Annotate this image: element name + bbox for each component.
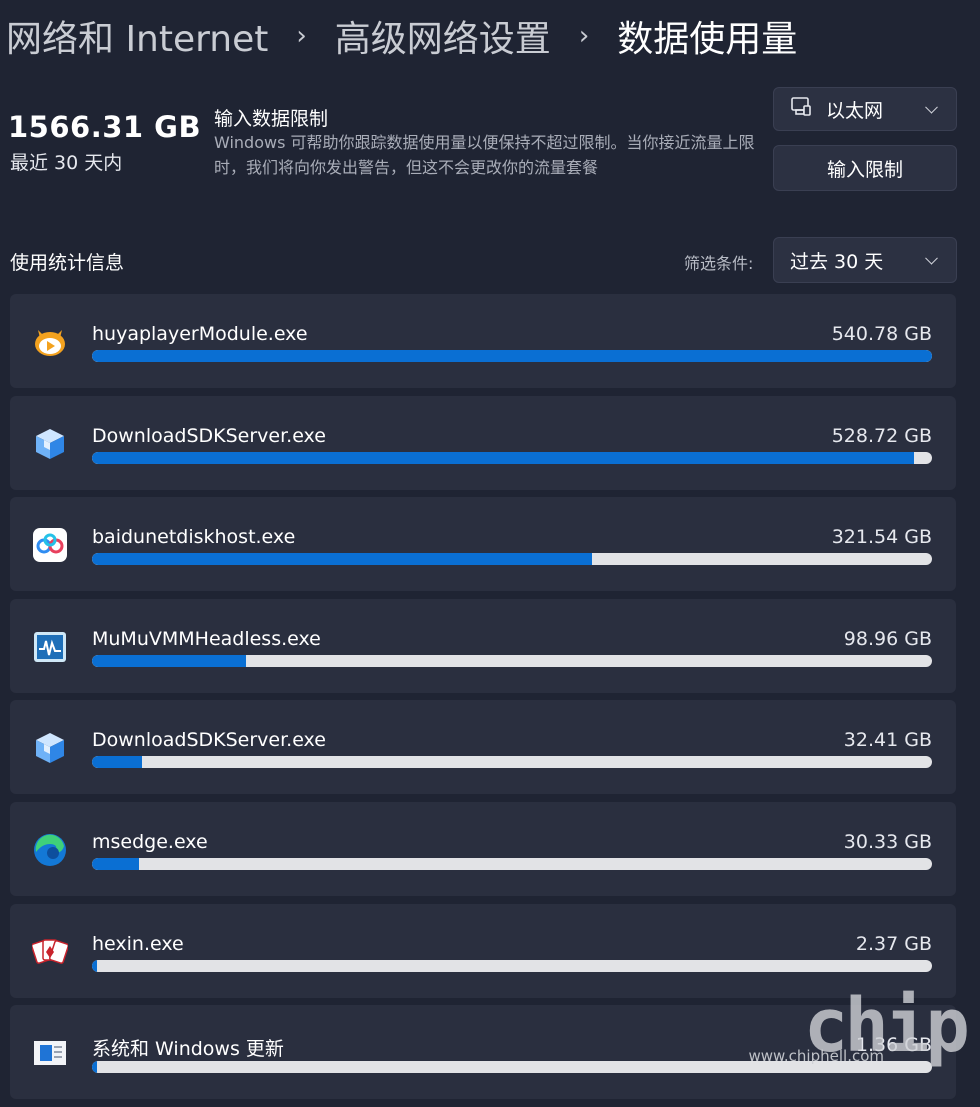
- usage-bar-fill: [92, 553, 592, 565]
- ethernet-icon: [790, 96, 812, 123]
- mumu-monitor-icon: [32, 629, 68, 665]
- list-item[interactable]: msedge.exe 30.33 GB: [10, 802, 956, 896]
- limit-title: 输入数据限制: [214, 104, 328, 131]
- app-name: hexin.exe: [92, 933, 184, 955]
- chevron-right-icon: ›: [579, 21, 589, 51]
- usage-bar-fill: [92, 756, 142, 768]
- app-usage-value: 98.96 GB: [844, 628, 932, 650]
- app-usage-value: 540.78 GB: [832, 323, 932, 345]
- app-name: baidunetdiskhost.exe: [92, 526, 295, 548]
- edge-icon: [32, 832, 68, 868]
- usage-bar-fill: [92, 655, 246, 667]
- usage-total: 1566.31 GB: [8, 110, 201, 144]
- usage-bar: [92, 452, 932, 464]
- usage-bar-fill: [92, 350, 932, 362]
- usage-bar: [92, 655, 932, 667]
- usage-bar: [92, 858, 932, 870]
- list-item[interactable]: MuMuVMMHeadless.exe 98.96 GB: [10, 599, 956, 693]
- limit-description: Windows 可帮助你跟踪数据使用量以便保持不超过限制。当你接近流量上限时，我…: [214, 130, 764, 180]
- download-sdk-cube-icon: [32, 426, 68, 462]
- network-dropdown[interactable]: 以太网: [773, 87, 957, 131]
- usage-bar-fill: [92, 1061, 97, 1073]
- list-item[interactable]: DownloadSDKServer.exe 528.72 GB: [10, 396, 956, 490]
- list-item[interactable]: huyaplayerModule.exe 540.78 GB: [10, 294, 956, 388]
- filter-label: 筛选条件:: [684, 250, 753, 274]
- app-usage-value: 2.37 GB: [856, 933, 932, 955]
- watermark-url: www.chiphell.com: [748, 1047, 884, 1065]
- breadcrumb: 网络和 Internet › 高级网络设置 › 数据使用量: [6, 8, 797, 64]
- breadcrumb-advanced-network[interactable]: 高级网络设置: [335, 10, 551, 62]
- chevron-down-icon: [925, 252, 938, 265]
- app-name: DownloadSDKServer.exe: [92, 729, 326, 751]
- usage-stats-title: 使用统计信息: [10, 248, 124, 275]
- period-filter-value: 过去 30 天: [790, 247, 883, 274]
- list-item[interactable]: baidunetdiskhost.exe 321.54 GB: [10, 497, 956, 591]
- usage-bar-fill: [92, 452, 914, 464]
- app-usage-value: 30.33 GB: [844, 831, 932, 853]
- baidu-netdisk-icon: [32, 527, 68, 563]
- usage-period: 最近 30 天内: [10, 148, 122, 175]
- chevron-right-icon: ›: [296, 21, 306, 51]
- app-name: huyaplayerModule.exe: [92, 323, 308, 345]
- enter-limit-button[interactable]: 输入限制: [773, 145, 957, 191]
- usage-bar: [92, 350, 932, 362]
- network-dropdown-value: 以太网: [826, 96, 883, 123]
- period-filter-dropdown[interactable]: 过去 30 天: [773, 237, 957, 283]
- app-usage-value: 321.54 GB: [832, 526, 932, 548]
- usage-bar: [92, 553, 932, 565]
- page-title: 数据使用量: [617, 10, 797, 62]
- app-name: MuMuVMMHeadless.exe: [92, 628, 321, 650]
- usage-bar: [92, 960, 932, 972]
- huya-icon: [32, 324, 68, 360]
- hexin-cards-icon: [32, 934, 68, 970]
- usage-bar: [92, 756, 932, 768]
- breadcrumb-network-internet[interactable]: 网络和 Internet: [6, 10, 268, 62]
- windows-update-icon: [32, 1035, 68, 1071]
- download-sdk-cube-icon: [32, 730, 68, 766]
- chevron-down-icon: [925, 101, 938, 114]
- app-usage-value: 528.72 GB: [832, 425, 932, 447]
- usage-bar-fill: [92, 858, 139, 870]
- app-usage-value: 32.41 GB: [844, 729, 932, 751]
- app-name: DownloadSDKServer.exe: [92, 425, 326, 447]
- app-name: 系统和 Windows 更新: [92, 1034, 284, 1061]
- app-name: msedge.exe: [92, 831, 208, 853]
- usage-bar-fill: [92, 960, 97, 972]
- list-item[interactable]: DownloadSDKServer.exe 32.41 GB: [10, 700, 956, 794]
